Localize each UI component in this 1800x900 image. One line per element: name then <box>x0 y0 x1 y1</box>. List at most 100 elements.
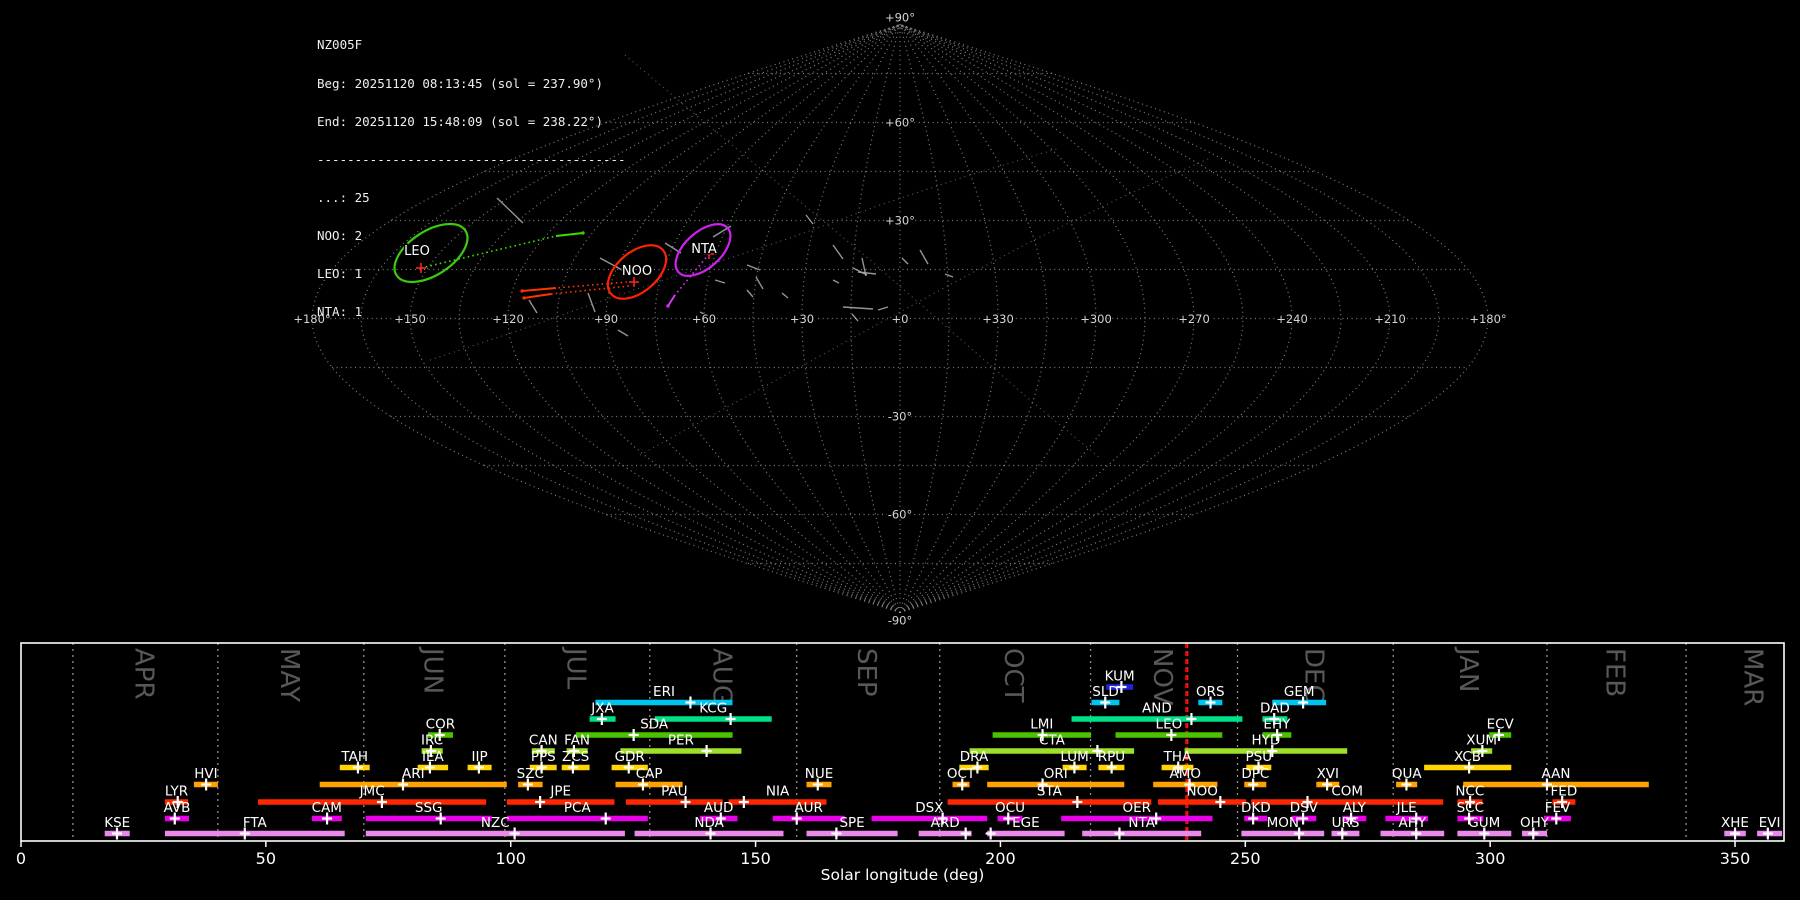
bar-label-ors: ORS <box>1196 684 1225 700</box>
bar-label-evi: EVI <box>1759 815 1781 831</box>
activity-bar-sta <box>947 799 1152 805</box>
bar-label-xum: XUM <box>1466 733 1497 749</box>
activity-timeline-chart: APR MAY JUN JUL AUG SEP OCT NOV DEC JAN FEB MARKUME… <box>16 642 1785 884</box>
month-label-mar: MAR <box>1738 648 1768 706</box>
svg-text:50: 50 <box>256 849 276 868</box>
bar-label-gdr: GDR <box>615 749 645 765</box>
bar-label-nia: NIA <box>766 784 790 800</box>
bar-label-com: COM <box>1331 784 1363 800</box>
bar-label-iip: IIP <box>472 749 488 765</box>
bar-label-sta: STA <box>1037 784 1063 800</box>
x-axis-title: Solar longitude (deg) <box>821 866 985 884</box>
bar-label-spe: SPE <box>839 815 864 831</box>
count-leo: LEO: 1 <box>317 266 363 282</box>
svg-text:250: 250 <box>1230 849 1261 868</box>
bar-label-ehy: EHY <box>1263 717 1291 733</box>
bar-label-rpu: RPU <box>1098 749 1125 765</box>
bar-label-scc: SCC <box>1457 800 1484 816</box>
bar-label-kcg: KCG <box>699 701 727 717</box>
bar-label-jle: JLE <box>1396 800 1417 816</box>
bar-label-xhe: XHE <box>1721 815 1749 831</box>
bar-label-cap: CAP <box>636 766 663 782</box>
activity-bar-sda <box>575 732 733 738</box>
bar-label-qua: QUA <box>1392 766 1423 782</box>
bar-label-dkd: DKD <box>1241 800 1271 816</box>
bar-label-oer: OER <box>1123 800 1152 816</box>
activity-bar-dsx <box>871 815 988 822</box>
bar-label-dsx: DSX <box>915 800 943 816</box>
observation-begin: Beg: 20251120 08:13:45 (sol = 237.90°) <box>317 75 603 91</box>
bar-label-pca: PCA <box>564 800 592 816</box>
month-label-nov: NOV <box>1147 648 1177 705</box>
bar-label-irc: IRC <box>421 733 443 749</box>
bar-label-dra: DRA <box>960 749 989 765</box>
month-label-jan: JAN <box>1453 646 1483 692</box>
bar-label-ard: ARD <box>931 815 960 831</box>
bar-label-per: PER <box>668 733 694 749</box>
station-id: NZ005F <box>317 37 363 53</box>
bar-label-amo: AMO <box>1170 766 1202 782</box>
month-label-apr: APR <box>128 648 158 700</box>
activity-bar-ssg <box>365 815 492 822</box>
bar-label-mon: MON <box>1267 815 1299 831</box>
bar-label-psu: PSU <box>1246 749 1273 765</box>
bar-label-aan: AAN <box>1542 766 1571 782</box>
bar-label-dsv: DSV <box>1290 800 1319 816</box>
bar-label-nzc: NZC <box>481 815 510 831</box>
bar-label-ohy: OHY <box>1520 815 1550 831</box>
bar-label-kse: KSE <box>104 815 130 831</box>
bar-label-avb: AVB <box>164 800 191 816</box>
bar-label-jmc: JMC <box>359 784 385 800</box>
bar-label-ssg: SSG <box>415 800 443 816</box>
month-label-jun: JUN <box>417 646 447 694</box>
bar-label-fan: FAN <box>564 733 590 749</box>
bar-label-fev: FEV <box>1545 800 1571 816</box>
bar-label-iea: IEA <box>422 749 445 765</box>
activity-bar-ari <box>319 781 507 788</box>
bar-label-oct: OCT <box>947 766 976 782</box>
observation-end: End: 20251120 15:48:09 (sol = 238.22°) <box>317 113 603 129</box>
bar-label-eri: ERI <box>653 684 675 700</box>
bar-label-nue: NUE <box>805 766 834 782</box>
bar-label-tah: TAH <box>340 749 368 765</box>
bar-label-ori: ORI <box>1044 766 1068 782</box>
bar-label-urs: URS <box>1332 815 1360 831</box>
bar-label-jpe: JPE <box>549 784 571 800</box>
bar-label-and: AND <box>1142 701 1172 717</box>
svg-text:150: 150 <box>740 849 771 868</box>
activity-bar-jpe <box>506 799 615 805</box>
bar-label-nda: NDA <box>694 815 724 831</box>
bar-label-sld: SLD <box>1092 684 1119 700</box>
activity-bar-kcg <box>654 716 772 722</box>
shower-bar-labels: KUM ERI SLD ORS GEM JXA KCG AND DAD COR SDA LMI LEO E… <box>104 669 1780 832</box>
bar-label-kum: KUM <box>1105 669 1135 685</box>
bar-label-fed: FED <box>1551 784 1578 800</box>
month-label-jul: JUL <box>560 646 590 690</box>
bar-label-lmi: LMI <box>1030 717 1053 733</box>
info-separator: ----------------------------------------… <box>317 151 626 167</box>
activity-bar-jmc <box>258 799 487 805</box>
bar-label-cor: COR <box>426 717 455 733</box>
bar-label-pau: PAU <box>661 784 687 800</box>
activity-bar-aur <box>772 815 845 822</box>
observation-info-block: NZ005F Beg: 20251120 08:13:45 (sol = 237… <box>317 14 626 344</box>
month-label-feb: FEB <box>1600 648 1630 697</box>
bar-label-ahy: AHY <box>1398 815 1426 831</box>
bar-label-ocu: OCU <box>995 800 1025 816</box>
count-sporadic: ...: 25 <box>317 189 370 205</box>
month-label-aug: AUG <box>706 648 736 705</box>
meteor-station-screen: LEO NOO NTA +180° +150 +120 +90 +60 +30 +0 +330 +30… <box>0 0 1800 900</box>
bar-label-ncc: NCC <box>1455 784 1484 800</box>
bar-label-leo: LEO <box>1156 717 1183 733</box>
bar-label-gum: GUM <box>1468 815 1500 831</box>
bar-label-can: CAN <box>529 733 558 749</box>
bar-label-gem: GEM <box>1284 684 1315 700</box>
bar-label-cta: CTA <box>1039 733 1066 749</box>
activity-bar-noo <box>1158 799 1247 805</box>
bar-label-aud: AUD <box>704 800 734 816</box>
bar-label-tha: THA <box>1163 749 1192 765</box>
svg-text:300: 300 <box>1475 849 1506 868</box>
bar-label-dad: DAD <box>1260 701 1290 717</box>
bar-label-dpc: DPC <box>1241 766 1269 782</box>
svg-text:100: 100 <box>495 849 526 868</box>
